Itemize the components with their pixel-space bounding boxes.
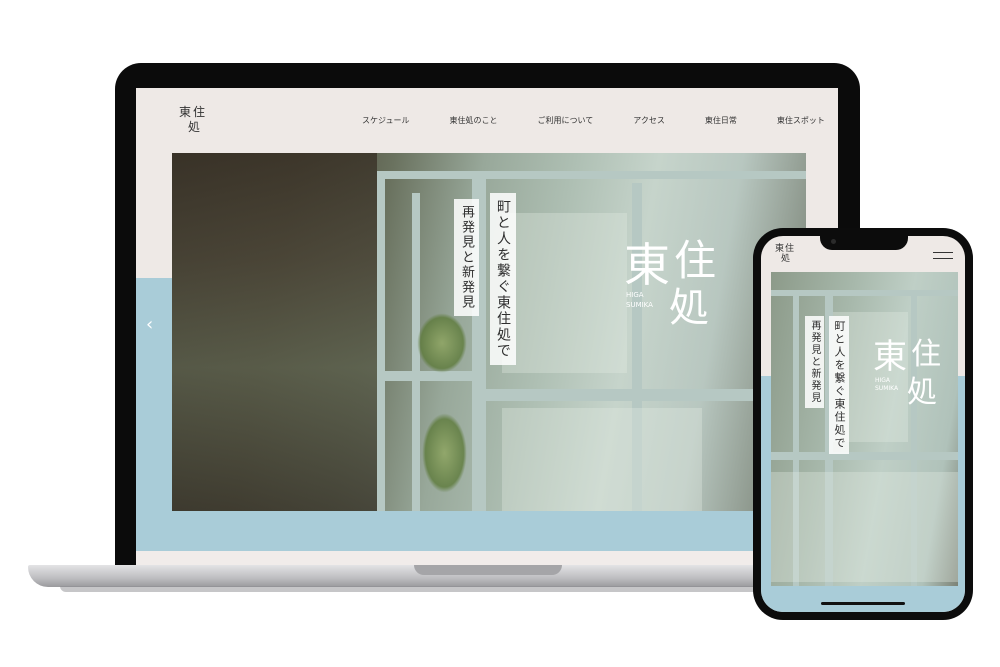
window-glass bbox=[502, 213, 627, 373]
hamburger-line bbox=[933, 252, 953, 253]
nav-item-usage[interactable]: ご利用について bbox=[537, 115, 593, 126]
window-glass bbox=[771, 472, 958, 582]
foliage-blur bbox=[422, 413, 467, 493]
site-logo[interactable]: 東 住 処 bbox=[178, 103, 210, 133]
phone-hero-char-1: 東 bbox=[873, 337, 907, 377]
window-glass bbox=[502, 408, 702, 511]
window-frame bbox=[771, 290, 958, 296]
hamburger-line bbox=[933, 258, 953, 259]
main-nav: スケジュール 東住処のこと ご利用について アクセス 東住日常 東住スポット bbox=[362, 115, 825, 126]
logo-char-2: 住 bbox=[193, 105, 205, 119]
phone-hero-tagline-1: 町と人を繋ぐ東住処で bbox=[829, 316, 849, 454]
window-frame bbox=[377, 371, 482, 381]
hero-tagline-1: 町と人を繋ぐ東住処で bbox=[490, 193, 516, 365]
nav-item-spots[interactable]: 東住スポット bbox=[777, 115, 825, 126]
nav-item-schedule[interactable]: スケジュール bbox=[362, 115, 409, 126]
hero-shadow bbox=[172, 153, 377, 511]
laptop-screen: 東 住 処 スケジュール 東住処のこと ご利用について アクセス 東住日常 東住… bbox=[136, 88, 838, 565]
phone-hero-tagline-2: 再発見と新発見 bbox=[805, 316, 824, 408]
page-bottom-strip bbox=[136, 551, 838, 565]
phone-hero-romaji-1: HIGA bbox=[875, 377, 891, 384]
nav-item-access[interactable]: アクセス bbox=[633, 115, 665, 126]
camera-icon bbox=[831, 239, 836, 244]
phone-hero-image: 町と人を繋ぐ東住処で 再発見と新発見 東 住 処 HIGA SUMIKA bbox=[771, 272, 958, 586]
hero-logo-romaji-2: SUMIKA bbox=[626, 301, 653, 309]
phone-hero-logo: 東 住 処 HIGA SUMIKA bbox=[873, 332, 955, 422]
prev-slide-arrow-icon[interactable]: ‹ bbox=[146, 314, 153, 335]
logo-char-1: 東 bbox=[179, 105, 191, 119]
hero-logo-char-1: 東 bbox=[624, 238, 670, 292]
phone-logo-char-3: 処 bbox=[781, 252, 790, 262]
phone-hero-char-2: 住 bbox=[911, 337, 941, 372]
hero-logo-romaji-1: HIGA bbox=[626, 291, 644, 299]
laptop-lip bbox=[414, 565, 562, 575]
nav-item-about[interactable]: 東住処のこと bbox=[449, 115, 497, 126]
foliage-blur bbox=[417, 313, 467, 373]
hero-logo-char-2: 住 bbox=[674, 236, 716, 285]
window-frame bbox=[377, 175, 385, 511]
logo-char-3: 処 bbox=[188, 120, 200, 133]
hero-tagline-2: 再発見と新発見 bbox=[454, 199, 479, 316]
hero-image: 町と人を繋ぐ東住処で 再発見と新発見 東 住 処 HIGA SUMIKA bbox=[172, 153, 806, 511]
hero-logo: 東 住 処 HIGA SUMIKA bbox=[624, 231, 734, 341]
window-frame bbox=[771, 452, 958, 460]
phone-screen: 東 住 処 町と人を繋ぐ東住処で 再発見と新発見 東 住 処 HIGA SUMI… bbox=[761, 236, 965, 612]
hamburger-icon[interactable] bbox=[933, 252, 953, 264]
phone-hero-char-3: 処 bbox=[907, 375, 937, 410]
phone-hero-romaji-2: SUMIKA bbox=[875, 385, 899, 392]
window-frame bbox=[377, 171, 806, 179]
phone-logo-char-1: 東 bbox=[775, 242, 784, 254]
home-indicator[interactable] bbox=[821, 602, 905, 605]
nav-item-daily[interactable]: 東住日常 bbox=[705, 115, 737, 126]
phone-logo-char-2: 住 bbox=[785, 242, 794, 254]
hero-logo-char-3: 処 bbox=[669, 285, 709, 331]
phone-site-logo[interactable]: 東 住 処 bbox=[775, 242, 797, 262]
